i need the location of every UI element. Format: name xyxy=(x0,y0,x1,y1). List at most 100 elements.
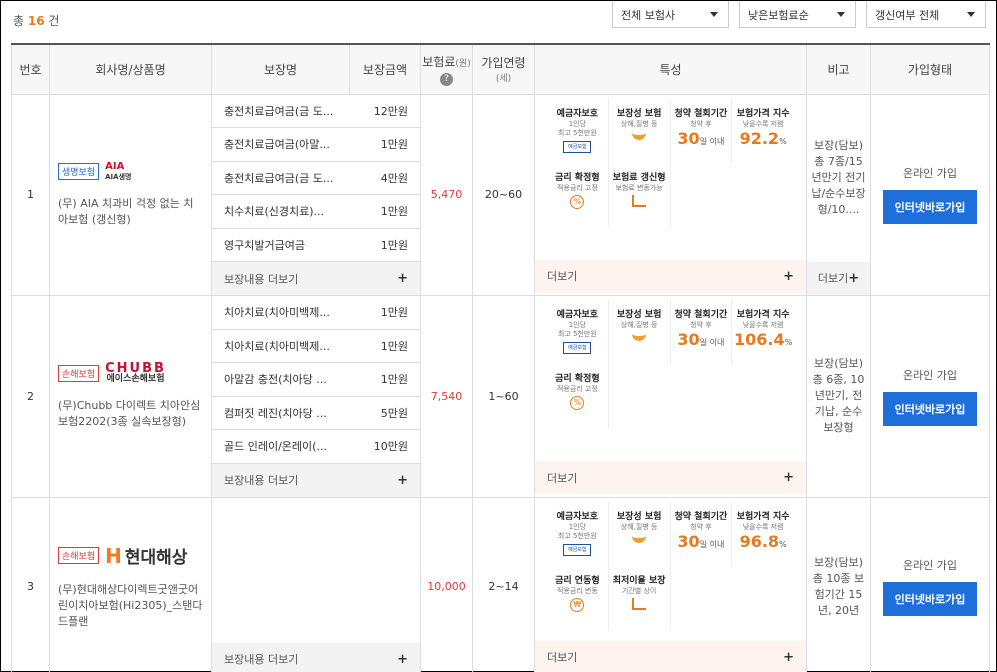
coverage-more-button[interactable]: 보장내용 더보기 + xyxy=(212,262,420,295)
premium-value: 10,000 xyxy=(420,496,473,672)
feature-cell: 보험가격 지수 낮을수록 저렴 92.2% xyxy=(732,99,794,163)
feature-unit: % xyxy=(779,136,787,146)
header-no: 번호 xyxy=(11,43,50,95)
join-cell: 온라인 가입 인터넷바로가입 xyxy=(870,496,990,672)
features-more-button[interactable]: 더보기 + xyxy=(535,259,806,293)
coverage-amount: 1만원 xyxy=(380,339,408,353)
feature-cell: 청약 철회기간 청약 후 30일 이내 xyxy=(671,300,733,364)
header-features: 특성 xyxy=(534,43,807,95)
feature-cell: 보험가격 지수 낮을수록 저렴 96.8% xyxy=(732,502,794,566)
coverage-row: 충전치료급여금(금 도... 12만원 xyxy=(212,95,420,128)
feature-cell: 예금자보호 1인당 최고 5천만원 예금보험 xyxy=(547,98,609,163)
feature-cell: 보장성 보험 상해,질병 등 xyxy=(609,98,671,163)
feature-value: 30 xyxy=(677,330,700,349)
product-name[interactable]: (무)Chubb 다이렉트 치아안심보험2202(3종 실속보장형) xyxy=(58,398,203,430)
coverage-row: 컴퍼짓 레진(치아당 ... 5만원 xyxy=(212,397,420,430)
deposit-protection-icon: 예금보험 xyxy=(563,342,592,354)
percent-icon: % xyxy=(570,194,585,209)
remark-text: 보장(담보) 총 6종, 10년만기, 전기납, 순수보장형 xyxy=(812,357,865,434)
coverage-name: 치수치료(신경치료)... xyxy=(224,205,325,219)
coverage-name: 충전치료급여금(아말... xyxy=(224,138,330,152)
coverage-name: 치아치료(치아미백제... xyxy=(224,306,330,320)
features-cell: 예금자보호 1인당 최고 5천만원 예금보험 보장성 보험 상해,질병 등 청약… xyxy=(534,496,807,672)
features-more-button[interactable]: 더보기 + xyxy=(535,461,806,494)
feature-sub: 낮을수록 저렴 xyxy=(742,119,784,128)
feature-sub: 1인당 xyxy=(568,321,587,329)
online-join-button[interactable]: 인터넷바로가입 xyxy=(882,190,978,225)
header-age-unit: (세) xyxy=(495,74,512,85)
features-more-button[interactable]: 더보기 + xyxy=(535,640,806,672)
coverage-row: 치수치료(신경치료)... 1만원 xyxy=(212,195,420,229)
feature-cell: 금리 확정형 적용금리 고정 % xyxy=(547,364,609,428)
help-icon[interactable]: ? xyxy=(440,72,453,86)
insurer-filter-value: 전체 보험사 xyxy=(621,9,676,22)
coverage-name: 골드 인레이/온레이(... xyxy=(224,440,327,454)
feature-value: 30 xyxy=(677,128,700,148)
sort-select[interactable]: 낮은보험료순 xyxy=(739,1,856,28)
features-cell: 예금자보호 1인당 최고 5천만원 예금보험 보장성 보험 상해,질병 등 청약… xyxy=(534,295,807,498)
feature-sub: 상해,질병 등 xyxy=(620,522,658,531)
table-header-row: 번호 회사명/상품명 보장명 보장금액 보험료(원) ? 가입연령 (세) 특성… xyxy=(11,43,990,95)
chevron-down-icon xyxy=(710,12,718,17)
company-cell: 손해보험 CHUBB 에이스손해보험 (무)Chubb 다이렉트 치아안심보험220… xyxy=(49,295,212,498)
feature-sub2: 최고 5천만원 xyxy=(557,128,597,137)
coverage-more-button[interactable]: 보장내용 더보기 + xyxy=(212,463,420,497)
plus-icon: + xyxy=(783,470,794,485)
remark-more-button[interactable]: 더보기 + xyxy=(807,261,870,295)
feature-title: 금리 연동형 xyxy=(555,575,600,586)
feature-cell: 예금자보호 1인당 최고 5천만원 예금보험 xyxy=(547,300,609,364)
online-join-button[interactable]: 인터넷바로가입 xyxy=(882,582,978,616)
insurance-type-badge: 생명보험 xyxy=(58,163,100,181)
coverage-name: 아말감 충전(치아당 ... xyxy=(224,373,327,387)
product-row: 3 손해보험 H 현대해상 (무)현대해상다이렉트굿앤굿어린이치아보험(Hi2305… xyxy=(11,496,990,672)
join-type-label: 온라인 가입 xyxy=(902,559,958,572)
premium-value: 5,470 xyxy=(420,93,473,296)
feature-cell: 보장성 보험 상해,질병 등 xyxy=(609,501,671,566)
product-name[interactable]: (무)현대해상다이렉트굿앤굿어린이치아보험(Hi2305)_스탠다드플랜 xyxy=(58,582,203,630)
logo-text: AIA xyxy=(105,160,125,172)
feature-title: 보장성 보험 xyxy=(616,310,662,320)
feature-cell: 청약 철회기간 청약 후 30일 이내 xyxy=(671,501,733,566)
coverage-row: 골드 인레이/온레이(... 10만원 xyxy=(212,430,420,464)
feature-title: 청약 철회기간 xyxy=(674,310,728,320)
logo-mark: H xyxy=(105,544,122,568)
coverage-row: 치아치료(치아미백제... 1만원 xyxy=(212,330,420,363)
coverage-amount: 4만원 xyxy=(380,171,408,185)
coverage-row: 충전치료급여금(아말... 1만원 xyxy=(212,128,420,162)
row-number: 1 xyxy=(11,93,50,296)
feature-title: 최저이율 보장 xyxy=(612,575,666,586)
coverage-more-label: 보장내용 더보기 xyxy=(224,272,299,286)
coverage-row: 영구치발거급여금 1만원 xyxy=(212,229,420,262)
remark-cell: 보장(담보) 총 10종 보험기간 15년, 20년 xyxy=(806,496,871,672)
coverage-more-button[interactable]: 보장내용 더보기 + xyxy=(212,642,420,672)
feature-cell: 금리 확정형 적용금리 고정 % xyxy=(547,162,609,227)
online-join-button[interactable]: 인터넷바로가입 xyxy=(882,391,978,426)
feature-sub: 적용금리 고정 xyxy=(556,183,598,192)
insurer-filter-select[interactable]: 전체 보험사 xyxy=(612,1,729,28)
header-remark: 비고 xyxy=(806,43,871,95)
product-name[interactable]: (무) AIA 치과비 걱정 없는 치아보험 (갱신형) xyxy=(58,196,203,228)
feature-title: 예금자보호 xyxy=(556,310,599,320)
feature-title: 금리 확정형 xyxy=(555,172,600,183)
feature-cell: 보험료 갱신형 보험료 변동가능 xyxy=(609,162,671,227)
percent-icon: % xyxy=(570,396,585,410)
age-range: 2~14 xyxy=(472,496,535,672)
row-number: 3 xyxy=(11,496,50,672)
chevron-down-icon xyxy=(967,12,975,17)
feature-title: 보장성 보험 xyxy=(616,108,662,119)
result-count: 총 16 건 xyxy=(13,12,59,29)
page-frame: 총 16 건 전체 보험사 낮은보험료순 갱신여부 전체 번호 회사명/상품명 … xyxy=(0,0,997,672)
coverage-name: 컴퍼짓 레진(치아당 ... xyxy=(224,406,327,420)
feature-value: 30 xyxy=(677,531,700,551)
feature-value: 106.4 xyxy=(734,330,785,349)
feature-title: 예금자보호 xyxy=(556,108,599,119)
feature-value: 92.2 xyxy=(739,128,780,148)
plus-icon: + xyxy=(783,649,794,665)
product-row: 2 손해보험 CHUBB 에이스손해보험 (무)Chubb 다이렉트 치아안심보험2… xyxy=(11,295,990,498)
bowl-icon xyxy=(632,534,647,543)
aia-logo: AIA AIA생명 xyxy=(105,160,131,182)
header-age-label: 가입연령 xyxy=(481,56,526,71)
remark-text: 보장(담보) 총 10종 보험기간 15년, 20년 xyxy=(812,555,865,617)
renewal-filter-select[interactable]: 갱신여부 전체 xyxy=(866,1,986,28)
count-number: 16 xyxy=(27,14,45,28)
